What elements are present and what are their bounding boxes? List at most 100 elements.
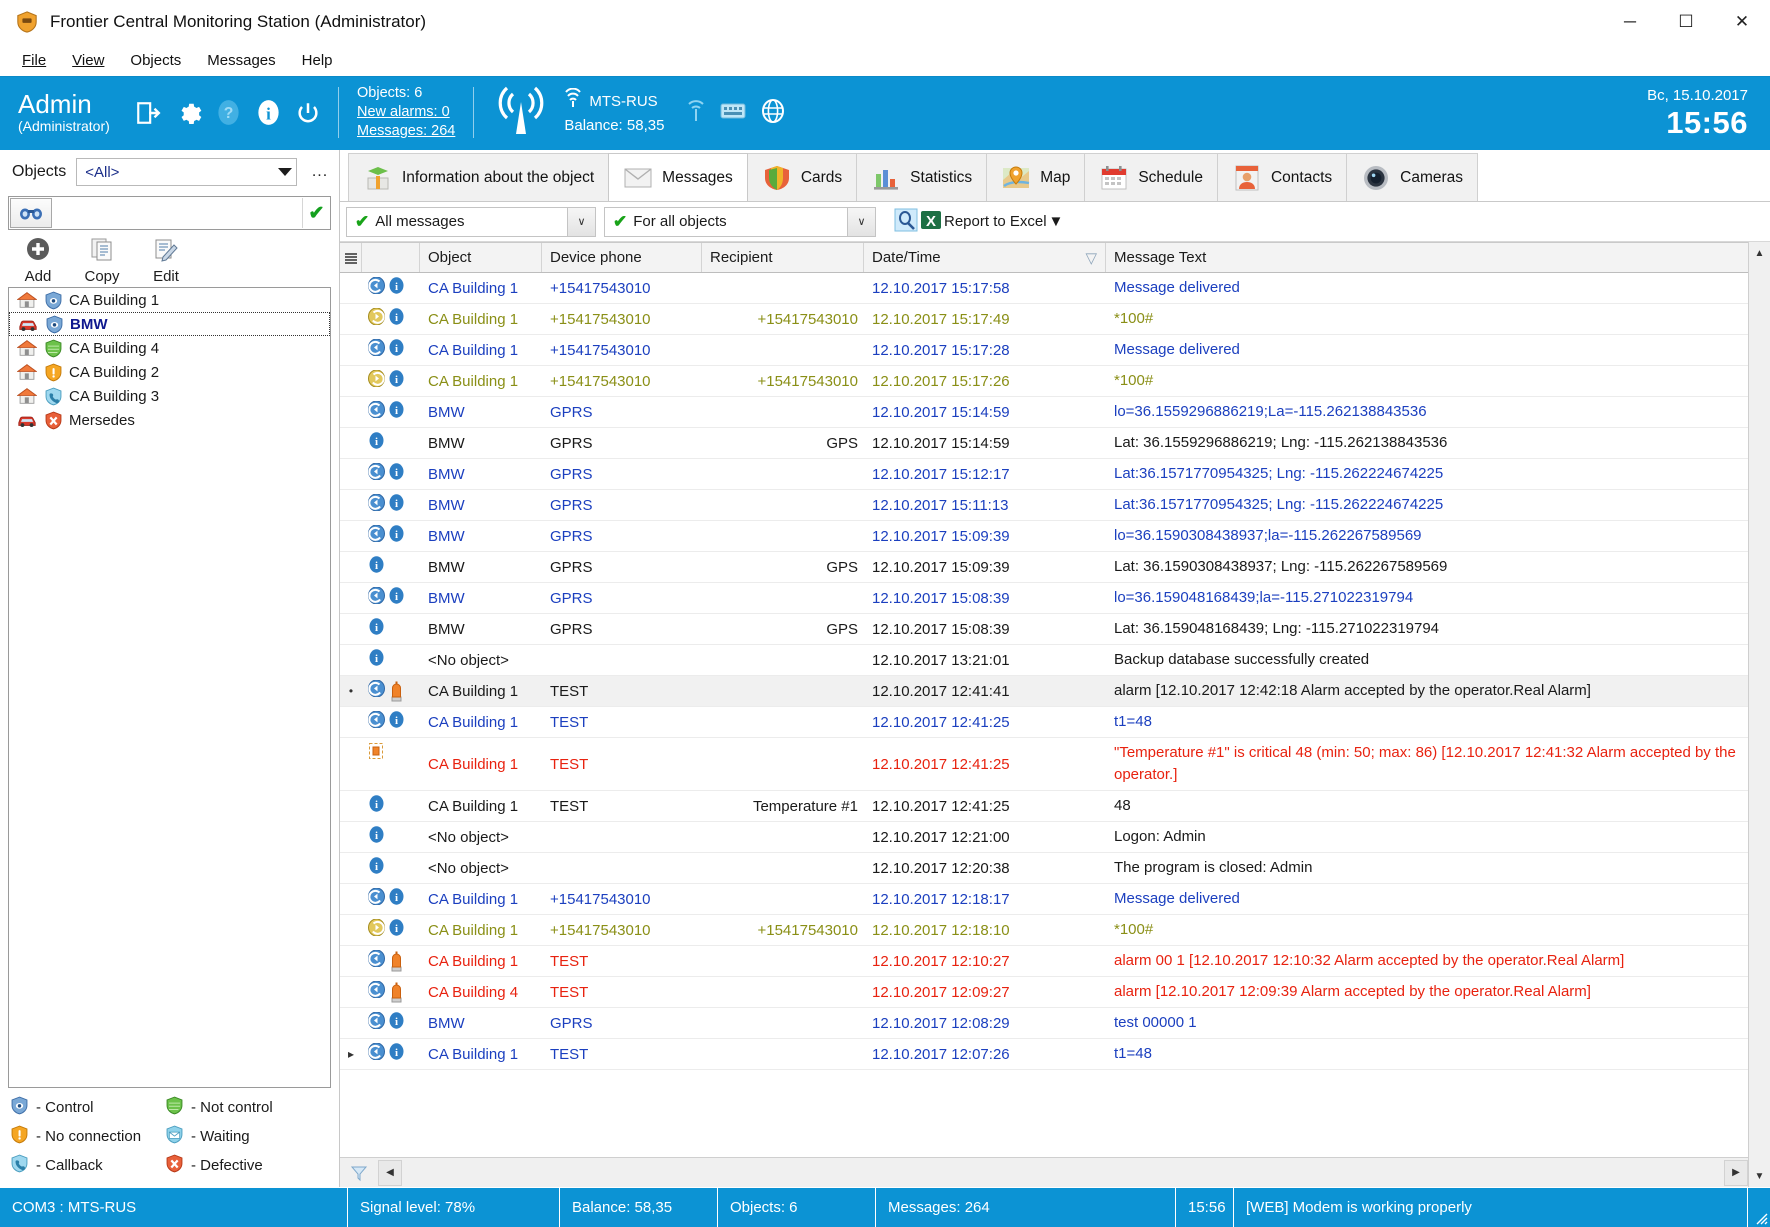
table-row[interactable]: i BMW GPRS 12.10.2017 15:14:59 lo=36.1559296… bbox=[340, 397, 1748, 428]
chevron-down-icon[interactable]: ∨ bbox=[847, 207, 875, 236]
table-row[interactable]: i CA Building 1 +15417543010 12.10.2017 12:… bbox=[340, 884, 1748, 915]
search-confirm-button[interactable]: ✔ bbox=[302, 198, 330, 228]
copy-object-button[interactable]: Copy bbox=[70, 236, 134, 285]
close-button[interactable]: ✕ bbox=[1714, 0, 1770, 44]
object-tree-item[interactable]: Mersedes bbox=[9, 408, 330, 432]
table-row[interactable]: • CA Building 1 TEST 12.10.2017 12:41:41 ala… bbox=[340, 676, 1748, 707]
table-row[interactable]: i BMW GPRS 12.10.2017 15:12:17 Lat:36.157177… bbox=[340, 459, 1748, 490]
menu-help[interactable]: Help bbox=[290, 48, 345, 73]
messages-filter-combo[interactable]: ✔ All messages ∨ bbox=[346, 206, 596, 237]
table-row[interactable]: i BMW GPRS 12.10.2017 15:09:39 lo=36.1590308… bbox=[340, 521, 1748, 552]
table-row[interactable]: i CA Building 1 +15417543010 12.10.2017 15:… bbox=[340, 335, 1748, 366]
svg-text:i: i bbox=[395, 923, 398, 935]
tab-schedule[interactable]: Schedule bbox=[1084, 153, 1218, 201]
resize-grip[interactable] bbox=[1748, 1188, 1770, 1227]
table-row[interactable]: i <No object> 12.10.2017 12:20:38 The progr… bbox=[340, 853, 1748, 884]
table-row[interactable]: i CA Building 1 TEST 12.10.2017 12:41:25 t1=… bbox=[340, 707, 1748, 738]
chevron-down-icon[interactable]: ∨ bbox=[567, 207, 595, 236]
copy-label: Copy bbox=[84, 268, 120, 285]
info-icon: i bbox=[368, 795, 385, 816]
object-tree-item[interactable]: CA Building 4 bbox=[9, 336, 330, 360]
binoculars-icon[interactable] bbox=[10, 198, 52, 228]
objects-scope-combo[interactable]: ✔ For all objects ∨ bbox=[604, 206, 876, 237]
help-icon[interactable]: ? bbox=[214, 99, 242, 127]
report-to-excel-button[interactable]: X Report to Excel ▼ bbox=[890, 206, 1067, 238]
table-row[interactable]: CA Building 1 TEST 12.10.2017 12:10:27 alar… bbox=[340, 946, 1748, 977]
object-tree-item[interactable]: CA Building 1 bbox=[9, 288, 330, 312]
scroll-up-button[interactable]: ▲ bbox=[1749, 242, 1770, 264]
object-tree-item[interactable]: CA Building 2 bbox=[9, 360, 330, 384]
add-object-button[interactable]: Add bbox=[6, 236, 70, 285]
table-row[interactable]: CA Building 1 TEST 12.10.2017 12:41:25 "Tem… bbox=[340, 738, 1748, 791]
tab-information-about-the-object[interactable]: Information about the object bbox=[348, 153, 610, 201]
table-row[interactable]: i CA Building 1 +15417543010 12.10.2017 15:… bbox=[340, 273, 1748, 304]
object-tree-item[interactable]: BMW bbox=[9, 312, 330, 336]
grid-header-device-phone[interactable]: Device phone bbox=[542, 243, 702, 272]
outgoing-icon bbox=[368, 307, 385, 329]
horizontal-scroll-track[interactable] bbox=[402, 1159, 1724, 1186]
minimize-button[interactable]: ─ bbox=[1602, 0, 1658, 44]
logout-icon[interactable] bbox=[134, 99, 162, 127]
vertical-scrollbar[interactable]: ▲ ▼ bbox=[1748, 242, 1770, 1187]
table-row[interactable]: i BMW GPRS 12.10.2017 15:08:39 lo=36.1590481… bbox=[340, 583, 1748, 614]
tab-map[interactable]: Map bbox=[986, 153, 1086, 201]
cell-recipient bbox=[702, 884, 864, 914]
table-row[interactable]: i <No object> 12.10.2017 12:21:00 Logon: Ad… bbox=[340, 822, 1748, 853]
signal-icon[interactable] bbox=[686, 98, 706, 128]
objects-tree[interactable]: CA Building 1 BMW CA Building 4 CA Building… bbox=[8, 287, 331, 1088]
table-row[interactable]: i CA Building 1 +15417543010 +15417543010 12… bbox=[340, 304, 1748, 335]
grid-body[interactable]: i CA Building 1 +15417543010 12.10.2017 15:… bbox=[340, 273, 1748, 1157]
stat-messages[interactable]: Messages: 264 bbox=[357, 122, 455, 141]
info-icon[interactable]: i bbox=[254, 99, 282, 127]
grid-header-object[interactable]: Object bbox=[420, 243, 542, 272]
horizontal-scrollbar[interactable]: ◀ ▶ bbox=[340, 1157, 1748, 1187]
grid-header-recipient[interactable]: Recipient bbox=[702, 243, 864, 272]
incoming-icon bbox=[368, 276, 385, 298]
menu-objects[interactable]: Objects bbox=[118, 48, 193, 73]
table-row[interactable]: i CA Building 1 +15417543010 +15417543010 12… bbox=[340, 915, 1748, 946]
incoming-icon bbox=[368, 493, 385, 515]
edit-object-button[interactable]: Edit bbox=[134, 236, 198, 285]
row-indicator: ▸ bbox=[347, 1047, 355, 1061]
table-row[interactable]: i CA Building 1 TEST Temperature #1 12.10.20… bbox=[340, 791, 1748, 822]
row-indicator bbox=[340, 946, 362, 976]
filter-funnel-icon[interactable] bbox=[340, 1164, 378, 1182]
tab-messages[interactable]: Messages bbox=[608, 153, 748, 201]
maximize-button[interactable]: ☐ bbox=[1658, 0, 1714, 44]
table-row[interactable]: i BMW GPRS GPS 12.10.2017 15:14:59 Lat: 36.15… bbox=[340, 428, 1748, 459]
menu-file[interactable]: File bbox=[10, 48, 58, 73]
objects-more-button[interactable]: ... bbox=[307, 163, 333, 181]
settings-gear-icon[interactable] bbox=[174, 99, 202, 127]
tab-statistics[interactable]: Statistics bbox=[856, 153, 988, 201]
table-row[interactable]: i BMW GPRS GPS 12.10.2017 15:08:39 Lat: 36.15… bbox=[340, 614, 1748, 645]
object-tree-item[interactable]: CA Building 3 bbox=[9, 384, 330, 408]
menu-messages[interactable]: Messages bbox=[195, 48, 287, 73]
table-row[interactable]: i BMW GPRS 12.10.2017 15:11:13 Lat:36.157177… bbox=[340, 490, 1748, 521]
objects-filter-combo[interactable]: <All> bbox=[76, 158, 297, 186]
table-row[interactable]: CA Building 4 TEST 12.10.2017 12:09:27 alar… bbox=[340, 977, 1748, 1008]
table-row[interactable]: ▸ i CA Building 1 TEST 12.10.2017 12:07:26 t1… bbox=[340, 1039, 1748, 1070]
grid-header-menu[interactable] bbox=[340, 243, 362, 272]
scroll-right-button[interactable]: ▶ bbox=[1724, 1159, 1748, 1186]
table-row[interactable]: i <No object> 12.10.2017 13:21:01 Backup da… bbox=[340, 645, 1748, 676]
tab-cards[interactable]: Cards bbox=[746, 153, 858, 201]
scroll-down-button[interactable]: ▼ bbox=[1749, 1165, 1770, 1187]
menu-view[interactable]: View bbox=[60, 48, 116, 73]
tab-cameras[interactable]: Cameras bbox=[1346, 153, 1479, 201]
table-row[interactable]: i CA Building 1 +15417543010 +15417543010 12… bbox=[340, 366, 1748, 397]
cell-object: BMW bbox=[428, 1014, 465, 1032]
grid-header-datetime[interactable]: Date/Time ▽ bbox=[864, 243, 1106, 272]
vertical-scroll-track[interactable] bbox=[1749, 264, 1770, 1165]
scroll-left-button[interactable]: ◀ bbox=[378, 1159, 402, 1186]
web-icon[interactable] bbox=[760, 98, 786, 128]
keyboard-icon[interactable] bbox=[720, 101, 746, 125]
power-icon[interactable] bbox=[294, 99, 322, 127]
row-indicator bbox=[340, 583, 362, 613]
stat-new-alarms[interactable]: New alarms: 0 bbox=[357, 103, 455, 122]
grid-header-message-text[interactable]: Message Text bbox=[1106, 243, 1748, 272]
table-row[interactable]: i BMW GPRS GPS 12.10.2017 15:09:39 Lat: 36.15… bbox=[340, 552, 1748, 583]
chevron-down-icon[interactable]: ▼ bbox=[1049, 213, 1064, 230]
table-row[interactable]: i BMW GPRS 12.10.2017 12:08:29 test 00000 1 bbox=[340, 1008, 1748, 1039]
tab-contacts[interactable]: Contacts bbox=[1216, 153, 1348, 201]
search-input[interactable] bbox=[53, 198, 302, 228]
